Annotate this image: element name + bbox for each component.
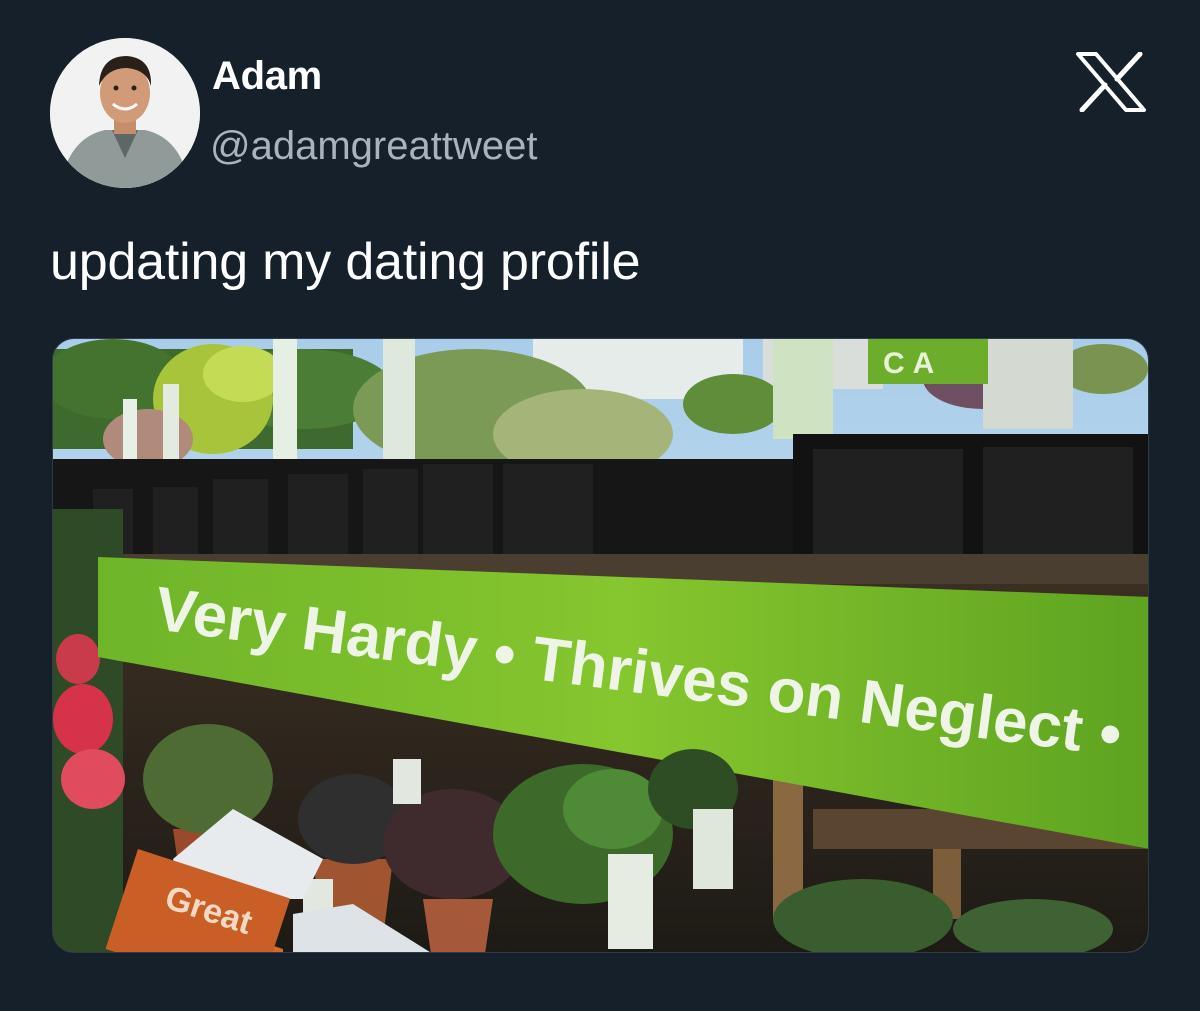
author-handle[interactable]: @adamgreattweet	[210, 124, 537, 169]
x-logo-icon	[1074, 51, 1148, 113]
author-avatar[interactable]	[50, 38, 200, 188]
tweet-media-photo[interactable]: CA Very Hardy • Thrives on Neglect • Gre…	[52, 338, 1149, 953]
tag-sign-text: CA	[883, 347, 942, 380]
author-display-name[interactable]: Adam	[212, 54, 322, 99]
tweet-text: updating my dating profile	[50, 233, 641, 291]
